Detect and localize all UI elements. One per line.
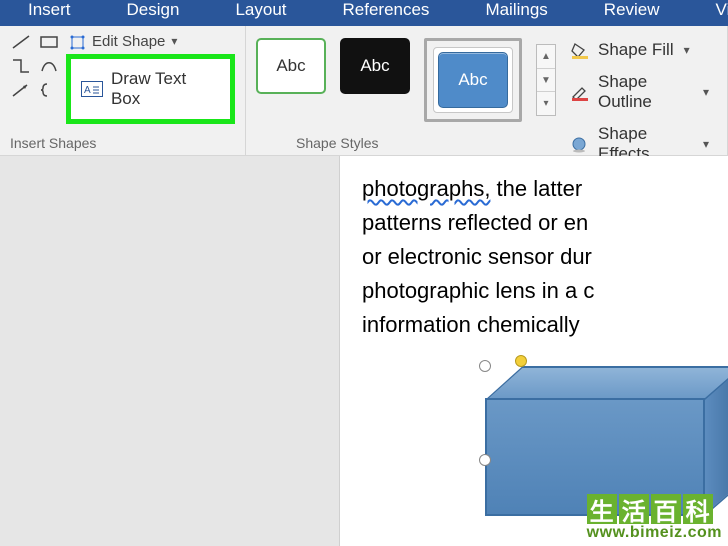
shape-line-icon[interactable] (10, 32, 32, 52)
document-page[interactable]: photographs, the latter patterns reflect… (340, 156, 728, 546)
tab-references[interactable]: References (335, 0, 438, 22)
group-insert-shapes: Edit Shape ▾ A Draw Text Box Insert Shap… (0, 26, 246, 155)
shape-outline-button[interactable]: Shape Outline ▾ (570, 72, 709, 112)
svg-text:A: A (84, 85, 91, 95)
shape-fill-label: Shape Fill (598, 40, 674, 60)
edit-shape-icon (70, 32, 88, 50)
chevron-down-icon: ▾ (171, 34, 177, 48)
watermark-url: www.bimeiz.com (587, 524, 722, 542)
tab-insert[interactable]: Insert (20, 0, 79, 22)
shape-line-arrow-icon[interactable] (10, 80, 32, 100)
adjust-handle[interactable] (515, 355, 527, 367)
doc-line-2: patterns reflected or en (362, 206, 728, 240)
tab-strip: Insert Design Layout References Mailings… (0, 0, 728, 26)
shape-outline-icon (570, 83, 590, 101)
resize-handle-nw[interactable] (479, 360, 491, 372)
watermark-char: 活 (619, 494, 649, 524)
draw-text-box-label: Draw Text Box (111, 69, 220, 109)
draw-text-box-button[interactable]: A Draw Text Box (66, 54, 235, 124)
edit-shape-label: Edit Shape (92, 33, 165, 50)
tab-layout[interactable]: Layout (227, 0, 294, 22)
gallery-scroll-down-icon[interactable]: ▼ (537, 69, 555, 93)
shape-effects-icon (570, 135, 590, 153)
style-swatch-outline[interactable]: Abc (256, 38, 326, 94)
edit-shape-button[interactable]: Edit Shape ▾ (70, 32, 235, 50)
watermark-char: 生 (587, 494, 617, 524)
watermark-char: 科 (683, 494, 713, 524)
group-label-insert-shapes: Insert Shapes (10, 135, 96, 151)
ribbon: Edit Shape ▾ A Draw Text Box Insert Shap… (0, 26, 728, 156)
style-swatch-selected-frame: Abc (424, 38, 522, 122)
group-shape-styles: Abc Abc Abc ▲ ▼ ▾ Shape Fill ▾ Shape Out… (246, 26, 728, 155)
shape-connector-elbow-icon[interactable] (10, 56, 32, 76)
doc-line-1: photographs, the latter (362, 172, 728, 206)
gallery-expand-icon[interactable]: ▾ (537, 92, 555, 115)
tab-review[interactable]: Review (596, 0, 668, 22)
document-area: photographs, the latter patterns reflect… (0, 156, 728, 546)
gallery-scroll[interactable]: ▲ ▼ ▾ (536, 44, 556, 116)
watermark-char: 百 (651, 494, 681, 524)
cube-top-face (485, 366, 728, 400)
page-gutter (0, 156, 340, 546)
tab-design[interactable]: Design (119, 0, 188, 22)
shape-brace-icon[interactable] (38, 80, 60, 100)
gallery-scroll-up-icon[interactable]: ▲ (537, 45, 555, 69)
group-label-shape-styles: Shape Styles (296, 135, 379, 151)
chevron-down-icon: ▾ (703, 137, 709, 151)
shape-freeform-icon[interactable] (38, 56, 60, 76)
tab-view[interactable]: View (708, 0, 728, 22)
shape-outline-label: Shape Outline (598, 72, 693, 112)
chevron-down-icon: ▾ (684, 43, 690, 57)
style-swatch-blue[interactable]: Abc (438, 52, 508, 108)
shape-fill-icon (570, 41, 590, 59)
text-box-icon: A (81, 81, 103, 97)
doc-line-3: or electronic sensor dur (362, 240, 728, 274)
watermark: 生 活 百 科 www.bimeiz.com (587, 494, 722, 542)
chevron-down-icon: ▾ (703, 85, 709, 99)
shape-fill-button[interactable]: Shape Fill ▾ (570, 40, 709, 60)
tab-mailings[interactable]: Mailings (477, 0, 555, 22)
resize-handle-w[interactable] (479, 454, 491, 466)
shape-rect-icon[interactable] (38, 32, 60, 52)
doc-line-4: photographic lens in a c (362, 274, 728, 308)
style-swatch-dark[interactable]: Abc (340, 38, 410, 94)
doc-line-5: information chemically (362, 308, 728, 342)
